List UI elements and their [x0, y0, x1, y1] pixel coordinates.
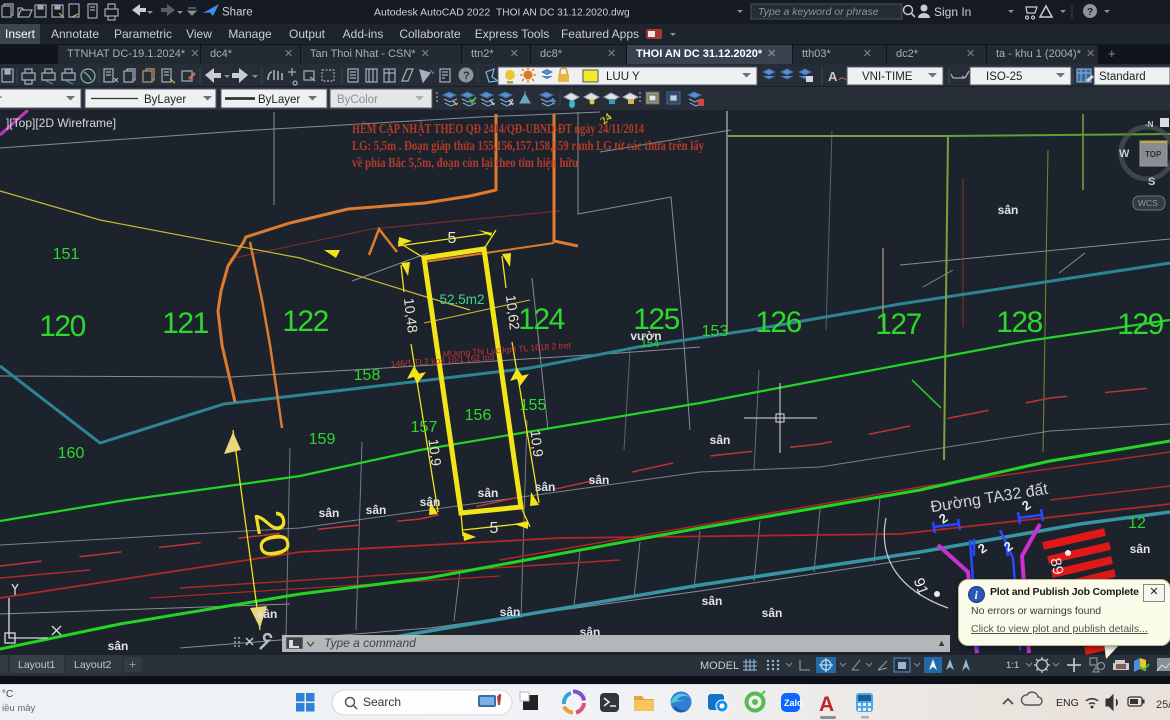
svg-text:A: A — [828, 69, 838, 84]
svg-text:127: 127 — [875, 308, 921, 341]
svg-text:?: ? — [463, 70, 470, 82]
svg-text:sân: sân — [108, 639, 129, 653]
svg-text:153: 153 — [702, 323, 729, 340]
svg-text:sân: sân — [535, 480, 556, 494]
svg-text:151: 151 — [53, 246, 80, 263]
svg-text:126: 126 — [755, 306, 801, 339]
svg-text:Type a keyword or phrase: Type a keyword or phrase — [758, 6, 879, 18]
svg-text:156: 156 — [465, 407, 492, 424]
svg-text:TOP: TOP — [1145, 150, 1162, 159]
svg-text:ISO-25: ISO-25 — [986, 71, 1022, 83]
svg-text:52.5m2: 52.5m2 — [439, 292, 484, 307]
svg-text:sân: sân — [478, 486, 499, 500]
svg-text:25/: 25/ — [1156, 699, 1170, 711]
svg-text:r: r — [0, 94, 2, 106]
svg-text:Autodesk AutoCAD 2022: Autodesk AutoCAD 2022 — [374, 7, 490, 19]
svg-text:10,9: 10,9 — [527, 429, 546, 458]
svg-text:+: + — [129, 658, 136, 672]
svg-text:sân: sân — [710, 433, 731, 447]
svg-text:sân: sân — [500, 605, 521, 619]
svg-text:121: 121 — [162, 307, 208, 340]
svg-text:10,9: 10,9 — [425, 438, 444, 467]
svg-text:2: 2 — [975, 540, 990, 556]
svg-text:sân: sân — [1130, 542, 1151, 556]
svg-text:157: 157 — [411, 419, 438, 436]
svg-text:-N: -N — [1145, 120, 1154, 129]
svg-text:][Top][2D Wireframe]: ][Top][2D Wireframe] — [6, 116, 116, 130]
svg-text:LG: 5,5m . Đoạn giáp thửa 155,: LG: 5,5m . Đoạn giáp thửa 155,156,157,15… — [352, 138, 704, 153]
svg-text:10,62: 10,62 — [503, 294, 523, 331]
svg-text:sân: sân — [257, 607, 278, 621]
svg-text:sân: sân — [702, 594, 723, 608]
svg-text:vườn: vườn — [630, 329, 661, 343]
svg-text:ByLayer: ByLayer — [258, 94, 300, 106]
svg-text:A: A — [819, 693, 834, 716]
svg-text:158: 158 — [354, 367, 381, 384]
svg-text:W: W — [1119, 148, 1130, 160]
svg-text:Zalo: Zalo — [784, 698, 803, 708]
svg-text:Share: Share — [222, 7, 253, 19]
svg-text:?: ? — [1087, 7, 1093, 18]
svg-text:124: 124 — [518, 303, 564, 336]
svg-text:10,48: 10,48 — [401, 297, 421, 334]
svg-text:122: 122 — [282, 305, 328, 338]
svg-text:sân: sân — [762, 606, 783, 620]
svg-text:WCS: WCS — [1138, 198, 1158, 208]
svg-text:128: 128 — [996, 306, 1042, 339]
svg-text:155: 155 — [520, 397, 547, 414]
svg-text:20: 20 — [245, 507, 299, 561]
svg-text:MODEL: MODEL — [700, 660, 739, 672]
svg-text:ByColor: ByColor — [337, 94, 378, 106]
svg-text:THOI AN DC 31.12.2020.dwg: THOI AN DC 31.12.2020.dwg — [496, 8, 630, 19]
svg-text:5: 5 — [490, 520, 499, 537]
svg-text:160: 160 — [58, 445, 85, 462]
svg-text:LUU Y: LUU Y — [606, 71, 640, 83]
svg-text:159: 159 — [309, 431, 336, 448]
svg-text:°C: °C — [2, 689, 13, 700]
svg-text:ByLayer: ByLayer — [144, 94, 186, 106]
svg-text:91: 91 — [910, 576, 932, 597]
svg-text:iều mây: iều mây — [2, 703, 36, 714]
svg-text:VNI-TIME: VNI-TIME — [862, 71, 913, 83]
svg-text:Standard: Standard — [1099, 71, 1146, 83]
svg-text:về phía Bắc 5,5m, đoạn còn lại: về phía Bắc 5,5m, đoạn còn lại theo tim … — [352, 155, 578, 170]
svg-text:12: 12 — [1128, 515, 1146, 532]
svg-text:120: 120 — [39, 310, 85, 343]
svg-text:sân: sân — [319, 506, 340, 520]
svg-text:sân: sân — [998, 203, 1019, 217]
svg-text:sân: sân — [589, 473, 610, 487]
svg-text:Search: Search — [363, 695, 401, 709]
svg-text:sân: sân — [366, 503, 387, 517]
svg-text:S: S — [1148, 176, 1155, 188]
svg-text:sân: sân — [420, 495, 441, 509]
svg-text:Layout1: Layout1 — [18, 659, 56, 671]
svg-text:Layout2: Layout2 — [74, 659, 112, 671]
svg-text:1:1: 1:1 — [1006, 660, 1019, 671]
svg-text:Sign In: Sign In — [934, 5, 971, 19]
svg-text:129: 129 — [1117, 308, 1163, 341]
svg-text:5: 5 — [448, 230, 457, 247]
svg-text:89: 89 — [1046, 556, 1066, 576]
svg-text:ENG: ENG — [1056, 697, 1079, 709]
svg-text:2: 2 — [1001, 538, 1016, 554]
svg-text:Đường TA32 đất: Đường TA32 đất — [929, 481, 1049, 516]
svg-text:HẺM CẬP NHẬT THEO QĐ 2414/QĐ-U: HẺM CẬP NHẬT THEO QĐ 2414/QĐ-UBND-ĐT ngà… — [352, 121, 644, 136]
